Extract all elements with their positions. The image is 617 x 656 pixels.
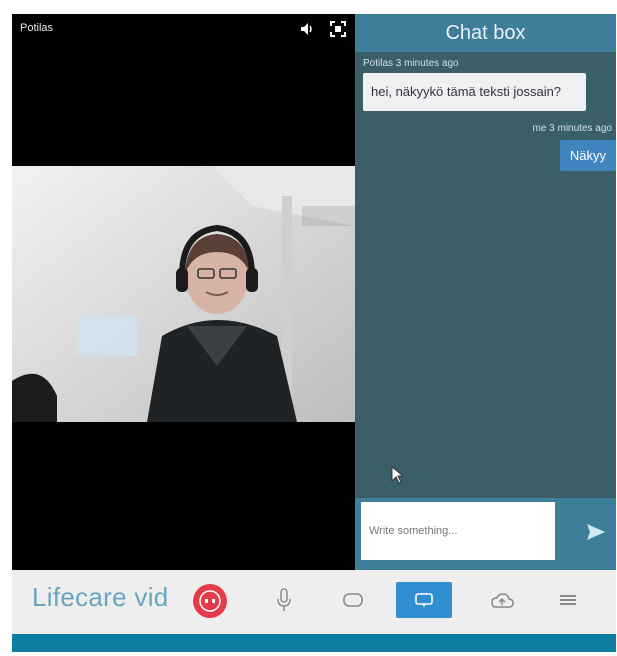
send-icon[interactable] (584, 520, 608, 544)
microphone-icon (277, 588, 291, 611)
message-bubble-incoming: hei, näkyykö tämä teksti jossain? (363, 73, 586, 111)
caller-name: Potilas (20, 22, 54, 34)
speaker-icon[interactable] (299, 20, 317, 38)
chat-button[interactable] (396, 582, 452, 618)
fullscreen-icon[interactable] (329, 20, 347, 38)
menu-icon (560, 595, 576, 605)
chat-composer (355, 498, 616, 570)
chat-input[interactable] (361, 502, 555, 560)
chat-title: Chat box (355, 14, 616, 52)
menu-button[interactable] (548, 582, 588, 618)
remote-video-frame (12, 166, 355, 422)
pointer-icon (391, 465, 405, 489)
message-meta: me 3 minutes ago (532, 123, 613, 134)
upload-button[interactable] (482, 582, 522, 618)
cloud-upload-icon (491, 593, 514, 608)
message-bubble-outgoing: Näkyy (559, 140, 616, 171)
video-controls (299, 20, 347, 38)
remote-video-image (12, 166, 355, 422)
brand-logo-text: Lifecare vid (32, 582, 169, 612)
chat-panel: Chat box Potilas 3 minutes ago hei, näky… (355, 14, 616, 570)
chat-message: Potilas 3 minutes ago hei, näkyykö tämä … (355, 52, 616, 111)
call-toolbar: Lifecare vid (12, 570, 616, 634)
chat-message: me 3 minutes ago Näkyy (355, 111, 616, 171)
video-panel: Potilas (12, 14, 355, 570)
message-meta: Potilas 3 minutes ago (363, 58, 459, 69)
hangup-icon[interactable] (193, 584, 227, 618)
chat-icon (415, 593, 433, 607)
camera-icon (343, 593, 363, 607)
camera-button[interactable] (334, 582, 374, 618)
bottom-bar (12, 634, 616, 652)
microphone-button[interactable] (264, 582, 304, 618)
